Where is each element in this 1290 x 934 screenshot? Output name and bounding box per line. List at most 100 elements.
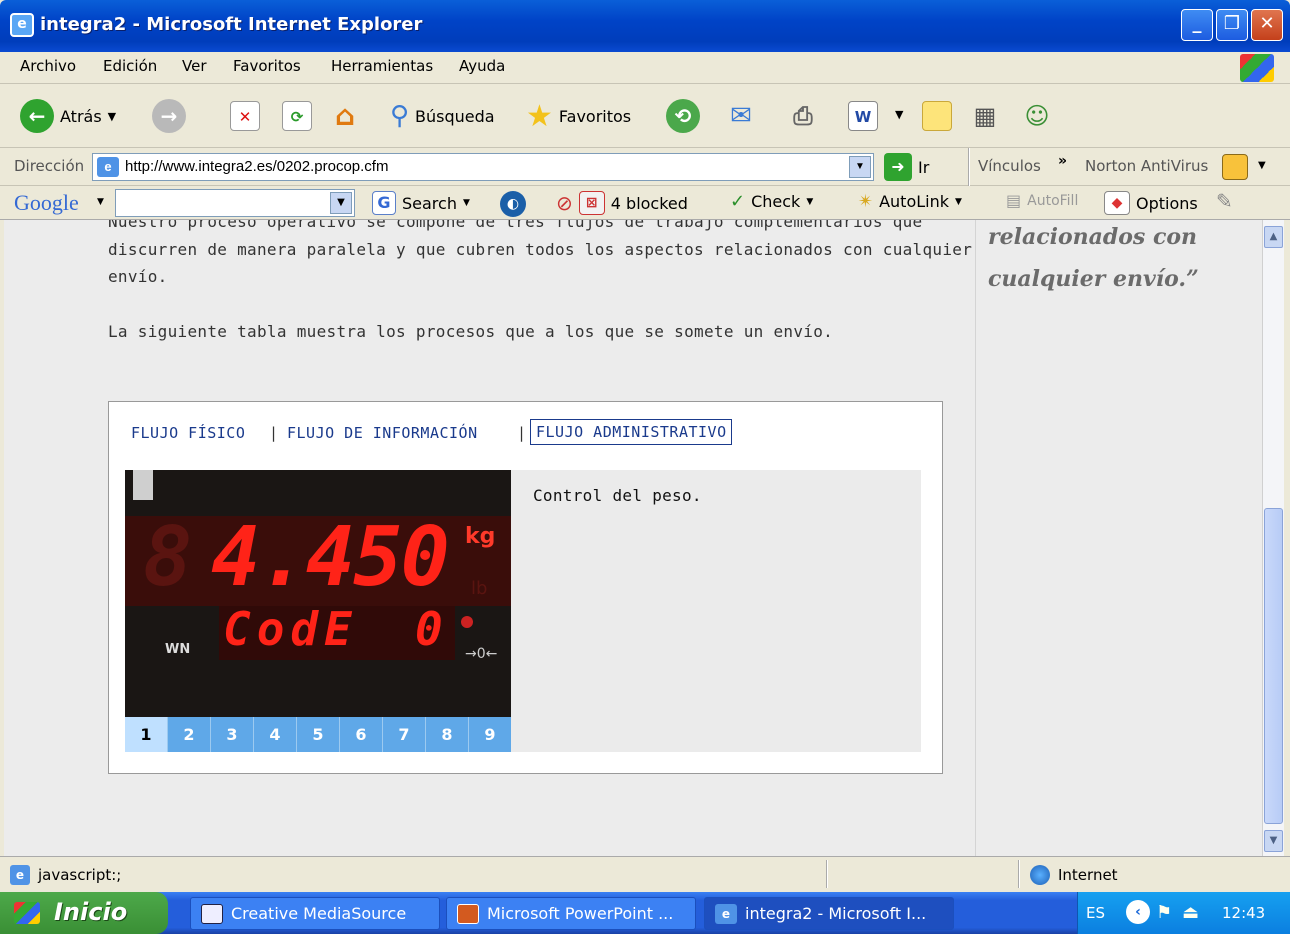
- autolink-icon: ✴: [858, 191, 874, 212]
- chevron-down-icon: ▼: [107, 109, 117, 123]
- notes-icon[interactable]: [922, 101, 952, 131]
- popup-blocker-button[interactable]: ⊘ ⊠ 4 blocked: [556, 191, 688, 215]
- home-icon[interactable]: ⌂: [330, 101, 360, 131]
- google-menu-icon[interactable]: ▼: [97, 197, 104, 207]
- autofill-button[interactable]: ▤ AutoFill: [1006, 191, 1078, 210]
- google-search-button[interactable]: G Search ▼: [372, 191, 470, 215]
- blocked-label: 4 blocked: [610, 193, 688, 213]
- pager-item[interactable]: 1: [125, 717, 168, 752]
- tab-flujo-informacion[interactable]: FLUJO DE INFORMACIÓN: [287, 424, 478, 442]
- forward-button[interactable]: →: [152, 99, 186, 133]
- autolink-label: AutoLink: [879, 192, 950, 211]
- scroll-down-icon[interactable]: ▼: [1264, 830, 1283, 852]
- back-label: Atrás: [60, 106, 102, 126]
- research-icon[interactable]: ▦: [970, 101, 1000, 131]
- pager-item[interactable]: 9: [469, 717, 511, 752]
- menu-favoritos[interactable]: Favoritos: [233, 57, 301, 75]
- address-url: http://www.integra2.es/0202.procop.cfm: [125, 158, 389, 175]
- usb-icon[interactable]: ⏏: [1182, 902, 1199, 923]
- mail-icon[interactable]: ✉: [726, 101, 756, 131]
- google-search-input[interactable]: ▼: [115, 189, 355, 217]
- google-dropdown-icon[interactable]: ▼: [330, 192, 352, 214]
- taskbar-item-creative[interactable]: Creative MediaSource: [190, 897, 440, 930]
- menu-ayuda[interactable]: Ayuda: [459, 57, 505, 75]
- autolink-button[interactable]: ✴ AutoLink ▼: [858, 191, 962, 212]
- google-g-icon: G: [372, 191, 396, 215]
- menu-ver[interactable]: Ver: [182, 57, 207, 75]
- minimize-button[interactable]: _: [1181, 9, 1213, 41]
- start-label: Inicio: [54, 898, 128, 926]
- refresh-icon[interactable]: ⟳: [282, 101, 312, 131]
- tab-flujo-administrativo[interactable]: FLUJO ADMINISTRATIVO: [530, 419, 732, 445]
- norton-icon[interactable]: [1222, 154, 1248, 180]
- taskbar-item-ie[interactable]: e integra2 - Microsoft I...: [704, 897, 954, 930]
- quote-line: relacionados con: [988, 224, 1198, 250]
- page-viewport: Nuestro proceso operativo se compone de …: [4, 220, 1262, 856]
- pencil-icon[interactable]: ✎: [1216, 189, 1233, 213]
- google-search-label: Search: [402, 193, 457, 213]
- scroll-up-icon[interactable]: ▲: [1264, 226, 1283, 248]
- description-panel: Control del peso.: [511, 470, 921, 752]
- pager-item[interactable]: 5: [297, 717, 340, 752]
- chevron-down-icon: ▼: [955, 196, 962, 207]
- close-button[interactable]: ✕: [1251, 9, 1283, 41]
- address-input[interactable]: e http://www.integra2.es/0202.procop.cfm…: [92, 153, 874, 181]
- pager-item[interactable]: 7: [383, 717, 426, 752]
- search-button[interactable]: ⚲ Búsqueda: [390, 101, 495, 131]
- taskbar: Inicio Creative MediaSource Microsoft Po…: [0, 892, 1290, 934]
- edit-dropdown-icon[interactable]: ▼: [895, 108, 903, 121]
- taskbar-item-powerpoint[interactable]: Microsoft PowerPoint ...: [446, 897, 696, 930]
- back-button[interactable]: ← Atrás ▼: [20, 99, 116, 133]
- chevron-more-icon[interactable]: »: [1058, 153, 1067, 169]
- print-icon[interactable]: ⎙: [788, 101, 818, 131]
- photo-detail: [133, 470, 153, 500]
- scroll-thumb[interactable]: [1264, 508, 1283, 824]
- menu-herramientas[interactable]: Herramientas: [331, 57, 433, 75]
- norton-label[interactable]: Norton AntiVirus: [1085, 157, 1208, 175]
- kg-unit: kg: [465, 524, 496, 549]
- divider: [968, 148, 970, 186]
- check-label: Check: [751, 192, 801, 211]
- pager-item[interactable]: 2: [168, 717, 211, 752]
- chevron-down-icon: ▼: [462, 198, 470, 208]
- spellcheck-icon: ✓: [730, 191, 746, 212]
- history-icon[interactable]: ⟲: [666, 99, 700, 133]
- pagerank-icon[interactable]: ◐: [500, 191, 526, 217]
- network-icon[interactable]: ⚑: [1156, 902, 1172, 923]
- tab-flujo-fisico[interactable]: FLUJO FÍSICO: [131, 424, 245, 442]
- spell-check-button[interactable]: ✓ Check ▼: [730, 191, 813, 212]
- task-label: Creative MediaSource: [231, 904, 407, 923]
- messenger-icon[interactable]: ☺: [1022, 101, 1052, 131]
- google-logo[interactable]: Google: [14, 190, 79, 216]
- security-zone: Internet: [1058, 866, 1118, 884]
- language-indicator[interactable]: ES: [1086, 904, 1105, 922]
- pager-item[interactable]: 8: [426, 717, 469, 752]
- blocked-window-icon: ⊠: [578, 191, 605, 215]
- norton-dropdown-icon[interactable]: ▼: [1258, 160, 1266, 171]
- window-titlebar[interactable]: e integra2 - Microsoft Internet Explorer…: [0, 0, 1290, 52]
- go-button[interactable]: ➜ Ir: [884, 153, 929, 181]
- tray-arrow-icon[interactable]: ‹: [1126, 900, 1150, 924]
- options-button[interactable]: ◆ Options: [1104, 191, 1198, 215]
- menu-archivo[interactable]: Archivo: [20, 57, 76, 75]
- standard-toolbar: ← Atrás ▼ → ✕ ⟳ ⌂ ⚲ Búsqueda ★ Favoritos…: [0, 84, 1290, 148]
- address-dropdown-icon[interactable]: ▼: [849, 156, 871, 178]
- windows-flag-icon: [14, 902, 40, 924]
- back-arrow-icon: ←: [20, 99, 54, 133]
- pager-item[interactable]: 6: [340, 717, 383, 752]
- tab-separator: |: [269, 424, 279, 442]
- divider: [826, 860, 828, 888]
- pager-item[interactable]: 3: [211, 717, 254, 752]
- stop-icon[interactable]: ✕: [230, 101, 260, 131]
- pager-item[interactable]: 4: [254, 717, 297, 752]
- favorites-button[interactable]: ★ Favoritos: [526, 99, 631, 134]
- image-pager: 1 2 3 4 5 6 7 8 9: [125, 717, 511, 752]
- restore-button[interactable]: ❐: [1216, 9, 1248, 41]
- scale-display-photo: 8 4.450 kg lb CodE 0 WN →0←: [125, 470, 511, 752]
- word-edit-icon[interactable]: W: [848, 101, 878, 131]
- task-label: integra2 - Microsoft I...: [745, 904, 927, 923]
- menu-edicion[interactable]: Edición: [103, 57, 157, 75]
- vertical-scrollbar[interactable]: ▲ ▼: [1262, 220, 1284, 856]
- links-label[interactable]: Vínculos: [978, 157, 1041, 175]
- start-button[interactable]: Inicio: [0, 892, 168, 934]
